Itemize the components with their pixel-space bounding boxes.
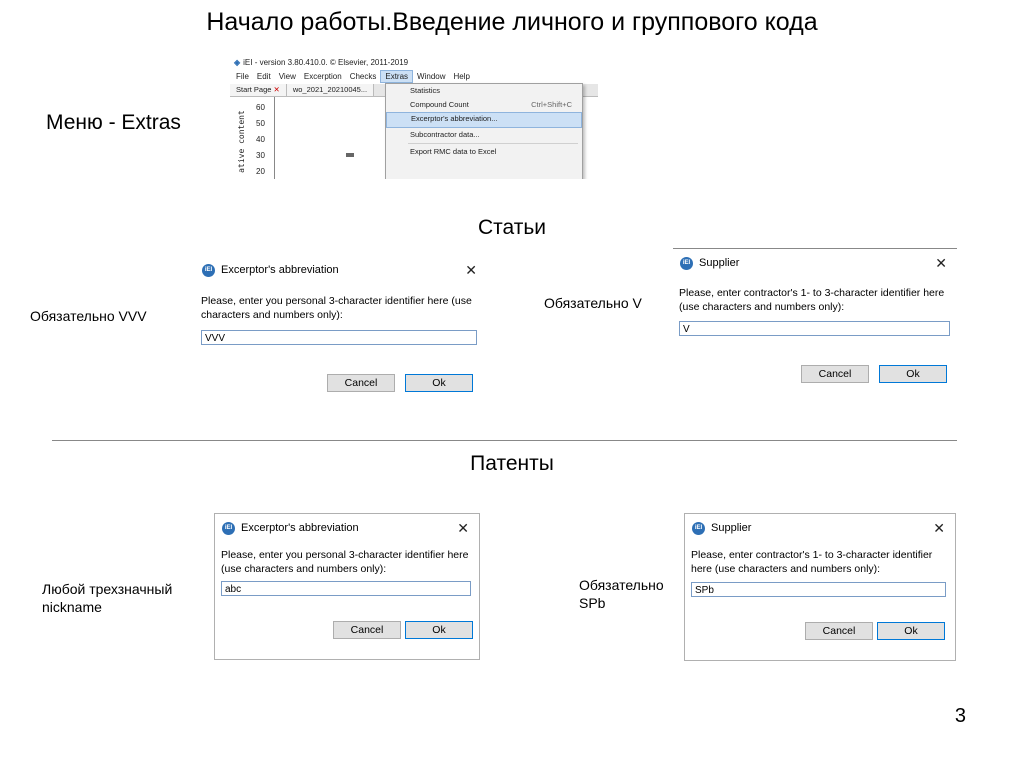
section-divider — [52, 440, 957, 441]
app-screenshot: ◈ iEI - version 3.80.410.0. © Elsevier, … — [230, 55, 598, 179]
tab-close-icon[interactable]: ✕ — [274, 85, 280, 94]
tab-document[interactable]: wo_2021_20210045... — [286, 84, 375, 96]
note-patents-supplier: Обязательно SPb — [579, 577, 664, 611]
menu-item-excerptor-abbreviation[interactable]: Excerptor's abbreviation... — [386, 112, 582, 128]
identifier-input[interactable]: VVV — [201, 330, 477, 345]
cancel-button[interactable]: Cancel — [333, 621, 401, 639]
dialog-supplier-articles: iEI Supplier ✕ Please, enter contractor'… — [673, 249, 957, 395]
cancel-button[interactable]: Cancel — [805, 622, 873, 640]
chart-ytick: 50 — [256, 119, 265, 128]
dialog-titlebar: iEI Excerptor's abbreviation ✕ — [215, 514, 479, 542]
page-number: 3 — [954, 705, 966, 727]
close-icon[interactable]: ✕ — [935, 255, 947, 272]
chart-ytick: 20 — [256, 167, 265, 176]
menu-view[interactable]: View — [275, 70, 300, 83]
chart-ytick: 30 — [256, 151, 265, 160]
slide-title: Начало работы.Введение личного и группов… — [206, 8, 818, 36]
menu-file[interactable]: File — [232, 70, 253, 83]
note-articles-excerptor: Обязательно VVV — [30, 308, 147, 324]
cancel-button[interactable]: Cancel — [327, 374, 395, 392]
dialog-titlebar: iEI Supplier ✕ — [673, 249, 957, 277]
cancel-button[interactable]: Cancel — [801, 365, 869, 383]
app-logo-icon: iEI — [692, 521, 705, 535]
ok-button[interactable]: Ok — [879, 365, 947, 383]
dialog-title: Excerptor's abbreviation — [221, 264, 339, 276]
extras-dropdown-menu: Statistics Compound Count Ctrl+Shift+C Ex… — [385, 83, 583, 179]
identifier-input[interactable]: V — [679, 321, 950, 336]
menu-item-compound-count[interactable]: Compound Count Ctrl+Shift+C — [386, 98, 582, 112]
dialog-titlebar: iEI Supplier ✕ — [685, 514, 955, 542]
articles-heading: Статьи — [477, 216, 547, 239]
app-logo-icon: iEI — [680, 256, 693, 270]
dialog-title: Supplier — [711, 522, 752, 534]
dialog-prompt: Please, enter you personal 3-character i… — [221, 549, 469, 575]
menu-extras-label: Меню - Extras — [46, 111, 181, 134]
dialog-excerptor-patents: iEI Excerptor's abbreviation ✕ Please, e… — [214, 513, 480, 660]
patents-heading: Патенты — [470, 452, 554, 475]
tab-start-page[interactable]: Start Page ✕ — [230, 84, 287, 96]
dialog-prompt: Please, enter you personal 3-character i… — [201, 295, 472, 321]
dialog-prompt: Please, enter contractor's 1- to 3-chara… — [691, 549, 933, 575]
chart-ytick: 40 — [256, 135, 265, 144]
app-logo-icon: ◈ — [234, 58, 241, 67]
menu-excerption[interactable]: Excerption — [300, 70, 346, 83]
menu-item-export-rmc[interactable]: Export RMC data to Excel — [386, 145, 582, 159]
identifier-input[interactable]: SPb — [691, 582, 946, 597]
dialog-prompt: Please, enter contractor's 1- to 3-chara… — [679, 287, 945, 313]
menu-window[interactable]: Window — [413, 70, 449, 83]
app-window-title: iEI - version 3.80.410.0. © Elsevier, 20… — [243, 58, 409, 67]
menu-separator — [408, 143, 578, 144]
identifier-input[interactable]: abc — [221, 581, 471, 596]
menu-help[interactable]: Help — [450, 70, 474, 83]
app-titlebar: ◈ iEI - version 3.80.410.0. © Elsevier, … — [230, 55, 598, 70]
chart-marker — [346, 153, 354, 157]
close-icon[interactable]: ✕ — [933, 520, 945, 537]
dialog-title: Supplier — [699, 257, 740, 269]
note-articles-supplier: Обязательно V — [544, 295, 642, 311]
dialog-supplier-patents: iEI Supplier ✕ Please, enter contractor'… — [684, 513, 956, 661]
dialog-titlebar: iEI Excerptor's abbreviation ✕ — [195, 256, 487, 284]
chart-axis — [274, 97, 275, 179]
close-icon[interactable]: ✕ — [465, 262, 477, 279]
chart-ytick: 60 — [256, 103, 265, 112]
dialog-title: Excerptor's abbreviation — [241, 522, 359, 534]
menu-checks[interactable]: Checks — [346, 70, 381, 83]
app-logo-icon: iEI — [202, 263, 215, 277]
ok-button[interactable]: Ok — [405, 621, 473, 639]
menu-item-subcontractor-data[interactable]: Subcontractor data... — [386, 128, 582, 142]
menu-edit[interactable]: Edit — [253, 70, 275, 83]
app-menubar: File Edit View Excerption Checks Extras … — [230, 70, 598, 83]
ok-button[interactable]: Ok — [877, 622, 945, 640]
menu-item-statistics[interactable]: Statistics — [386, 84, 582, 98]
app-chart: ative content 60 50 40 30 20 — [230, 97, 390, 179]
dialog-excerptor-articles: iEI Excerptor's abbreviation ✕ Please, e… — [195, 256, 487, 400]
note-patents-excerptor: Любой трехзначный nickname — [42, 581, 173, 615]
ok-button[interactable]: Ok — [405, 374, 473, 392]
menu-extras[interactable]: Extras — [380, 70, 414, 83]
app-logo-icon: iEI — [222, 521, 235, 535]
chart-ylabel: ative content — [236, 110, 246, 173]
close-icon[interactable]: ✕ — [457, 520, 469, 537]
